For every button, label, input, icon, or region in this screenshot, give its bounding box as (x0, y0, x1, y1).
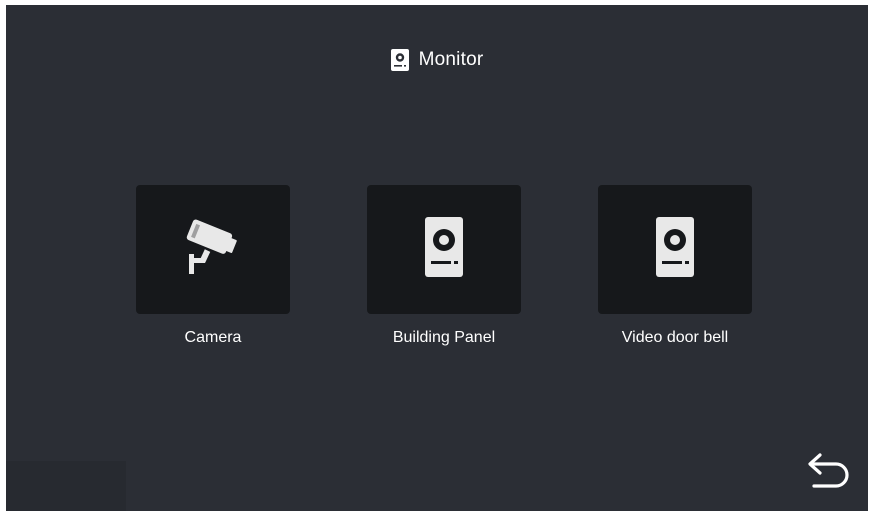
door-station-icon (425, 217, 463, 282)
tile-camera-button[interactable] (136, 185, 290, 314)
tile-building-panel[interactable]: Building Panel (367, 185, 521, 347)
tile-video-door-bell-button[interactable] (598, 185, 752, 314)
tile-video-door-bell-label: Video door bell (621, 329, 729, 346)
monitor-screen: Monitor Camera Building Panel Video door… (6, 5, 868, 511)
tile-video-door-bell[interactable]: Video door bell (598, 185, 752, 347)
page-title: Monitor (418, 49, 484, 70)
door-station-icon (390, 49, 409, 71)
device-tiles: Camera Building Panel Video door bell (6, 185, 868, 355)
tile-camera-label: Camera (184, 329, 242, 346)
return-arrow-icon (806, 451, 852, 496)
page-header: Monitor (6, 49, 868, 71)
back-button[interactable] (806, 451, 852, 496)
corner-shade (6, 461, 126, 511)
tile-camera[interactable]: Camera (136, 185, 290, 347)
tile-building-panel-button[interactable] (367, 185, 521, 314)
door-station-icon (656, 217, 694, 282)
cctv-camera-icon (180, 216, 246, 283)
tile-building-panel-label: Building Panel (392, 329, 496, 346)
